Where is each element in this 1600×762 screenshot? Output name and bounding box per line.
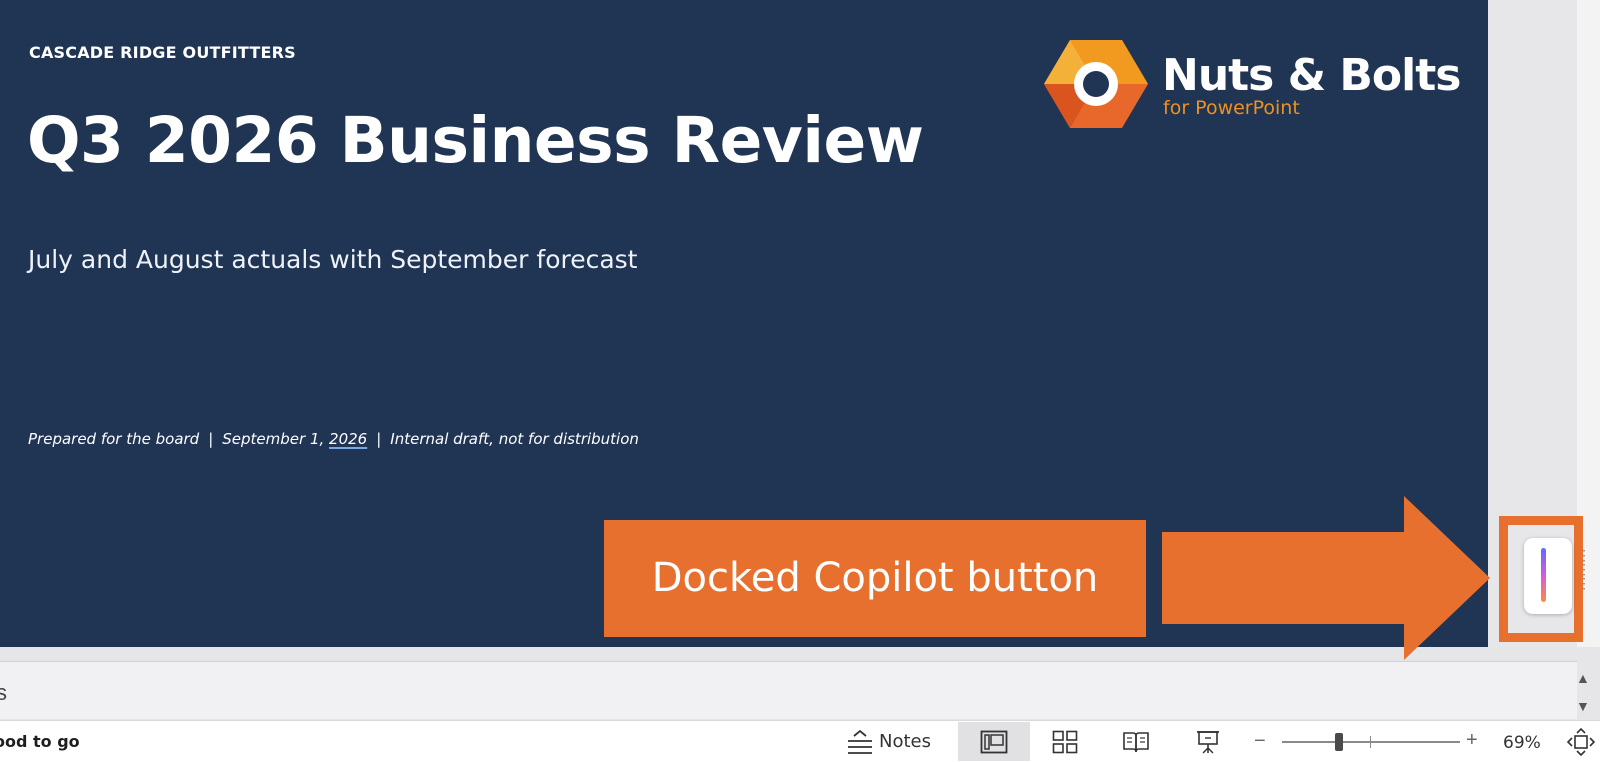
pane-grip-icon[interactable]: ⋮ ⋮ ⋮ <box>1577 548 1591 618</box>
zoom-level[interactable]: 69% <box>1503 733 1541 753</box>
notes-scroll-up-icon[interactable]: ▲ <box>1576 670 1590 686</box>
slideshow-icon <box>1197 730 1219 753</box>
normal-view-button[interactable] <box>958 722 1030 761</box>
slide-subtitle: July and August actuals with September f… <box>28 245 638 274</box>
logo-tagline: for PowerPoint <box>1163 97 1300 119</box>
normal-view-icon <box>980 730 1008 753</box>
callout-arrow-icon <box>1162 496 1490 660</box>
footer-date-year: 2026 <box>329 430 368 448</box>
slide-sorter-button[interactable] <box>1030 722 1100 761</box>
docked-copilot-button[interactable] <box>1524 538 1572 614</box>
zoom-slider-center-tick <box>1370 736 1371 748</box>
notes-scroll-down-icon[interactable]: ▼ <box>1576 698 1590 714</box>
slide-footer: Prepared for the board | September 1, 2026… <box>28 430 639 448</box>
nuts-bolts-logo-icon <box>1044 40 1148 128</box>
reading-view-button[interactable] <box>1100 722 1172 761</box>
fit-slide-icon[interactable] <box>1566 728 1596 756</box>
slide-title: Q3 2026 Business Review <box>27 104 924 177</box>
accessibility-status[interactable]: ood to go <box>0 732 80 751</box>
footer-draft-note: Internal draft, not for distribution <box>390 430 639 448</box>
footer-date-prefix: September 1, <box>222 430 330 448</box>
notes-placeholder-text: s <box>0 680 7 705</box>
footer-prepared-for: Prepared for the board <box>28 430 200 448</box>
notes-pane[interactable] <box>0 661 1577 719</box>
zoom-in-button[interactable]: + <box>1466 729 1478 752</box>
reading-view-icon <box>1123 731 1149 752</box>
zoom-slider[interactable] <box>1282 741 1460 743</box>
zoom-slider-thumb[interactable] <box>1334 733 1343 751</box>
slideshow-button[interactable] <box>1172 722 1244 761</box>
slide-sorter-icon <box>1052 730 1078 753</box>
notes-label: Notes <box>879 731 931 752</box>
footer-separator: | <box>208 430 214 448</box>
notes-button[interactable]: Notes <box>838 722 938 761</box>
zoom-out-button[interactable]: − <box>1254 730 1266 753</box>
notes-icon <box>848 729 872 754</box>
callout-text: Docked Copilot button <box>651 555 1099 601</box>
copilot-icon <box>1541 548 1546 602</box>
company-name: CASCADE RIDGE OUTFITTERS <box>29 43 296 62</box>
logo-wordmark: Nuts & Bolts <box>1162 50 1461 101</box>
footer-separator: | <box>376 430 382 448</box>
